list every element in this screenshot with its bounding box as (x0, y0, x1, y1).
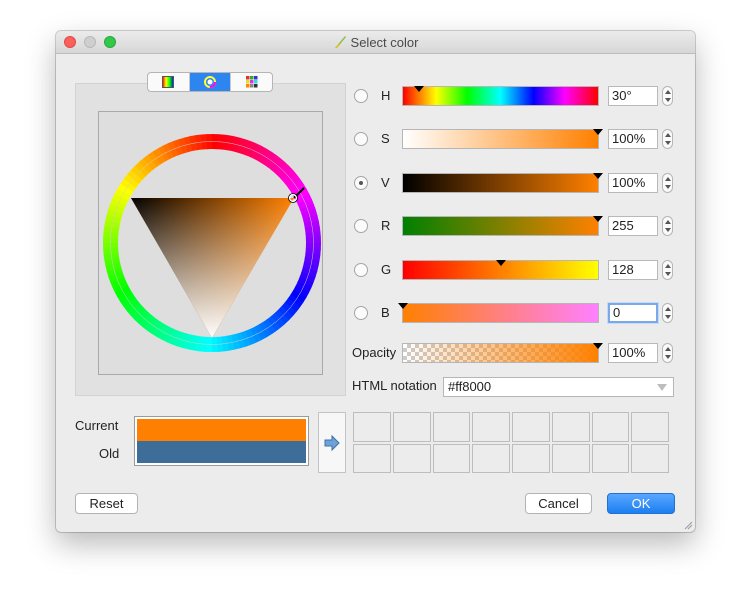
custom-swatch-slot[interactable] (512, 443, 550, 473)
window-title-text: Select color (350, 35, 419, 50)
html-notation-value: #ff8000 (448, 379, 492, 394)
window-title: Select color (56, 35, 695, 52)
radio-v[interactable] (354, 176, 368, 190)
opacity-stepper[interactable] (662, 343, 673, 363)
swatch-grid-icon (245, 76, 258, 88)
spinbox-h[interactable]: 30° (608, 86, 658, 106)
select-color-dialog: Select color H 30° S 100% V 100% R 255 G… (56, 31, 695, 532)
radio-r[interactable] (354, 219, 368, 233)
html-notation-combo[interactable]: #ff8000 (443, 377, 674, 397)
label-v: V (381, 175, 390, 190)
slider-r[interactable] (402, 216, 603, 236)
slider-h-marker[interactable] (414, 86, 424, 92)
custom-swatch-grid (353, 412, 669, 473)
slider-g[interactable] (402, 260, 599, 280)
stepper-v[interactable] (662, 173, 673, 193)
radio-h[interactable] (354, 89, 368, 103)
custom-swatch-slot[interactable] (631, 443, 669, 473)
stepper-r[interactable] (662, 216, 673, 236)
custom-swatch-slot[interactable] (432, 412, 471, 442)
tab-color-swatches[interactable] (230, 73, 272, 91)
custom-swatch-slot[interactable] (472, 412, 510, 442)
tab-color-ramp[interactable] (148, 73, 189, 91)
html-notation-label: HTML notation (352, 378, 437, 393)
color-preview[interactable] (134, 416, 309, 466)
custom-swatch-slot[interactable] (631, 412, 669, 442)
arrow-right-icon (324, 434, 340, 451)
slider-h[interactable] (402, 86, 599, 106)
custom-swatch-slot[interactable] (512, 412, 550, 442)
picker-mode-tabs (147, 72, 273, 92)
color-ramp-icon (162, 76, 175, 88)
slider-s-marker[interactable] (593, 129, 603, 135)
current-color-label: Current (75, 418, 119, 433)
tab-color-wheel[interactable] (188, 73, 231, 91)
custom-swatch-slot[interactable] (353, 412, 391, 442)
stepper-g[interactable] (662, 260, 673, 280)
custom-swatch-slot[interactable] (353, 443, 391, 473)
custom-swatch-slot[interactable] (591, 443, 630, 473)
slider-v[interactable] (402, 173, 603, 193)
custom-swatch-slot[interactable] (472, 443, 510, 473)
radio-b[interactable] (354, 306, 368, 320)
custom-swatch-slot[interactable] (432, 443, 471, 473)
slider-b[interactable] (398, 303, 599, 323)
spinbox-b[interactable]: 0 (607, 302, 659, 324)
label-s: S (381, 131, 390, 146)
resize-grip-icon[interactable] (683, 520, 693, 530)
opacity-spinbox[interactable]: 100% (608, 343, 658, 363)
old-color-label: Old (99, 446, 120, 461)
slider-g-marker[interactable] (496, 260, 506, 266)
add-color-to-swatches-button[interactable] (318, 412, 346, 473)
stepper-s[interactable] (662, 129, 673, 149)
spinbox-s[interactable]: 100% (608, 129, 658, 149)
ok-button[interactable]: OK (607, 493, 675, 514)
label-b: B (381, 305, 390, 320)
radio-s[interactable] (354, 132, 368, 146)
label-h: H (381, 88, 391, 103)
spinbox-r[interactable]: 255 (608, 216, 658, 236)
custom-swatch-slot[interactable] (392, 412, 431, 442)
saturation-value-triangle[interactable] (131, 198, 294, 338)
spinbox-v[interactable]: 100% (608, 173, 658, 193)
custom-swatch-slot[interactable] (591, 412, 630, 442)
custom-swatch-slot[interactable] (392, 443, 431, 473)
qgis-logo-icon (333, 35, 347, 52)
slider-r-marker[interactable] (593, 216, 603, 222)
color-wheel-icon (204, 76, 216, 88)
title-bar[interactable]: Select color (56, 31, 695, 54)
color-wheel-area[interactable] (98, 111, 323, 375)
radio-g[interactable] (354, 263, 368, 277)
custom-swatch-slot[interactable] (551, 443, 590, 473)
opacity-slider[interactable] (402, 343, 603, 363)
spinbox-g[interactable]: 128 (608, 260, 658, 280)
stepper-h[interactable] (662, 86, 673, 106)
opacity-slider-marker[interactable] (593, 343, 603, 349)
cancel-button[interactable]: Cancel (525, 493, 592, 514)
stepper-b[interactable] (662, 303, 673, 323)
opacity-label: Opacity (352, 345, 397, 360)
reset-button[interactable]: Reset (75, 493, 138, 514)
label-r: R (381, 218, 391, 233)
slider-b-marker[interactable] (398, 303, 408, 309)
slider-v-marker[interactable] (593, 173, 603, 179)
custom-swatch-slot[interactable] (551, 412, 590, 442)
current-color-swatch[interactable] (137, 419, 306, 441)
label-g: G (381, 262, 392, 277)
chevron-down-icon[interactable] (657, 384, 667, 391)
old-color-swatch[interactable] (137, 441, 306, 463)
slider-s[interactable] (402, 129, 603, 149)
